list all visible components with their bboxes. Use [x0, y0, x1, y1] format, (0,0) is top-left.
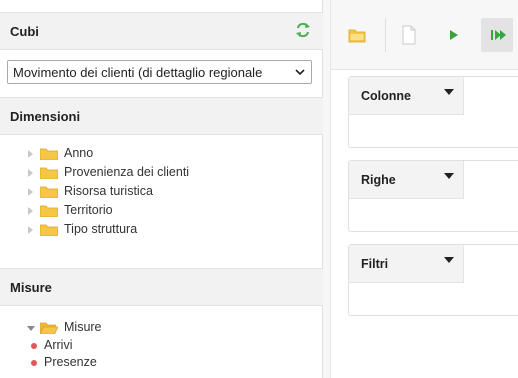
cube-select-value: Movimento dei clienti (di dettaglio regi… — [13, 65, 263, 80]
filters-title: Filtri — [361, 257, 389, 271]
measure-item[interactable]: Presenze — [0, 354, 323, 371]
dimension-label: Risorsa turistica — [64, 184, 153, 198]
cube-select[interactable]: Movimento dei clienti (di dettaglio regi… — [7, 60, 312, 84]
dimensions-tree: Anno Provenienza dei clienti Risorsa tur… — [0, 144, 323, 239]
toolbar-separator — [385, 18, 386, 52]
left-panel: Cubi Movimento dei clienti (di dettaglio… — [0, 0, 323, 378]
refresh-icon[interactable] — [295, 22, 311, 38]
dimension-item[interactable]: Anno — [0, 144, 323, 163]
expand-caret-icon[interactable] — [28, 188, 33, 196]
columns-drop-zone[interactable]: Colonne — [348, 76, 518, 148]
dimensions-header: Dimensioni — [0, 97, 323, 135]
measures-folder-label: Misure — [64, 320, 102, 334]
dimension-item[interactable]: Territorio — [0, 201, 323, 220]
folder-icon — [40, 167, 58, 179]
folder-icon — [40, 224, 58, 236]
right-panel: Colonne Righe Filtri — [330, 0, 518, 378]
open-folder-icon — [40, 322, 58, 334]
measure-item[interactable]: Arrivi — [0, 337, 323, 354]
cubes-header: Cubi — [0, 12, 323, 50]
measures-tree: Misure Arrivi Presenze — [0, 318, 323, 371]
measure-dot-icon — [31, 343, 37, 349]
measures-header: Misure — [0, 268, 323, 306]
dimension-item[interactable]: Provenienza dei clienti — [0, 163, 323, 182]
dimension-item[interactable]: Risorsa turistica — [0, 182, 323, 201]
filters-drop-zone[interactable]: Filtri — [348, 244, 518, 316]
measure-label: Presenze — [44, 355, 97, 369]
new-button[interactable] — [393, 18, 425, 52]
chevron-down-icon — [295, 69, 305, 76]
expand-caret-icon[interactable] — [28, 226, 33, 234]
open-button[interactable] — [341, 18, 373, 52]
filters-header[interactable]: Filtri — [349, 245, 464, 283]
dimension-label: Territorio — [64, 203, 113, 217]
toolbar — [331, 0, 518, 70]
expand-caret-icon[interactable] — [28, 207, 33, 215]
dimension-item[interactable]: Tipo struttura — [0, 220, 323, 239]
open-folder-icon — [348, 29, 366, 43]
play-icon — [450, 30, 458, 40]
measure-dot-icon — [31, 360, 37, 366]
rows-drop-zone[interactable]: Righe — [348, 160, 518, 232]
measure-label: Arrivi — [44, 338, 73, 352]
collapse-caret-icon[interactable] — [27, 326, 35, 331]
columns-title: Colonne — [361, 89, 411, 103]
expand-caret-icon[interactable] — [28, 150, 33, 158]
rows-title: Righe — [361, 173, 396, 187]
rows-header[interactable]: Righe — [349, 161, 464, 199]
dropdown-triangle-icon[interactable] — [444, 257, 454, 263]
cubes-title: Cubi — [10, 24, 39, 39]
new-document-icon — [402, 25, 416, 45]
panel-splitter[interactable] — [323, 0, 330, 378]
dropdown-triangle-icon[interactable] — [444, 173, 454, 179]
folder-icon — [40, 186, 58, 198]
dimension-label: Tipo struttura — [64, 222, 138, 236]
expand-caret-icon[interactable] — [28, 169, 33, 177]
folder-icon — [40, 148, 58, 160]
run-all-button[interactable] — [481, 18, 513, 52]
folder-icon — [40, 205, 58, 217]
columns-header[interactable]: Colonne — [349, 77, 464, 115]
measures-title: Misure — [10, 280, 52, 295]
dimensions-title: Dimensioni — [10, 109, 81, 124]
run-all-icon — [491, 30, 506, 40]
run-button[interactable] — [437, 18, 469, 52]
dimension-label: Anno — [64, 146, 94, 160]
measures-folder[interactable]: Misure — [0, 318, 323, 337]
dimension-label: Provenienza dei clienti — [64, 165, 190, 179]
dropdown-triangle-icon[interactable] — [444, 89, 454, 95]
